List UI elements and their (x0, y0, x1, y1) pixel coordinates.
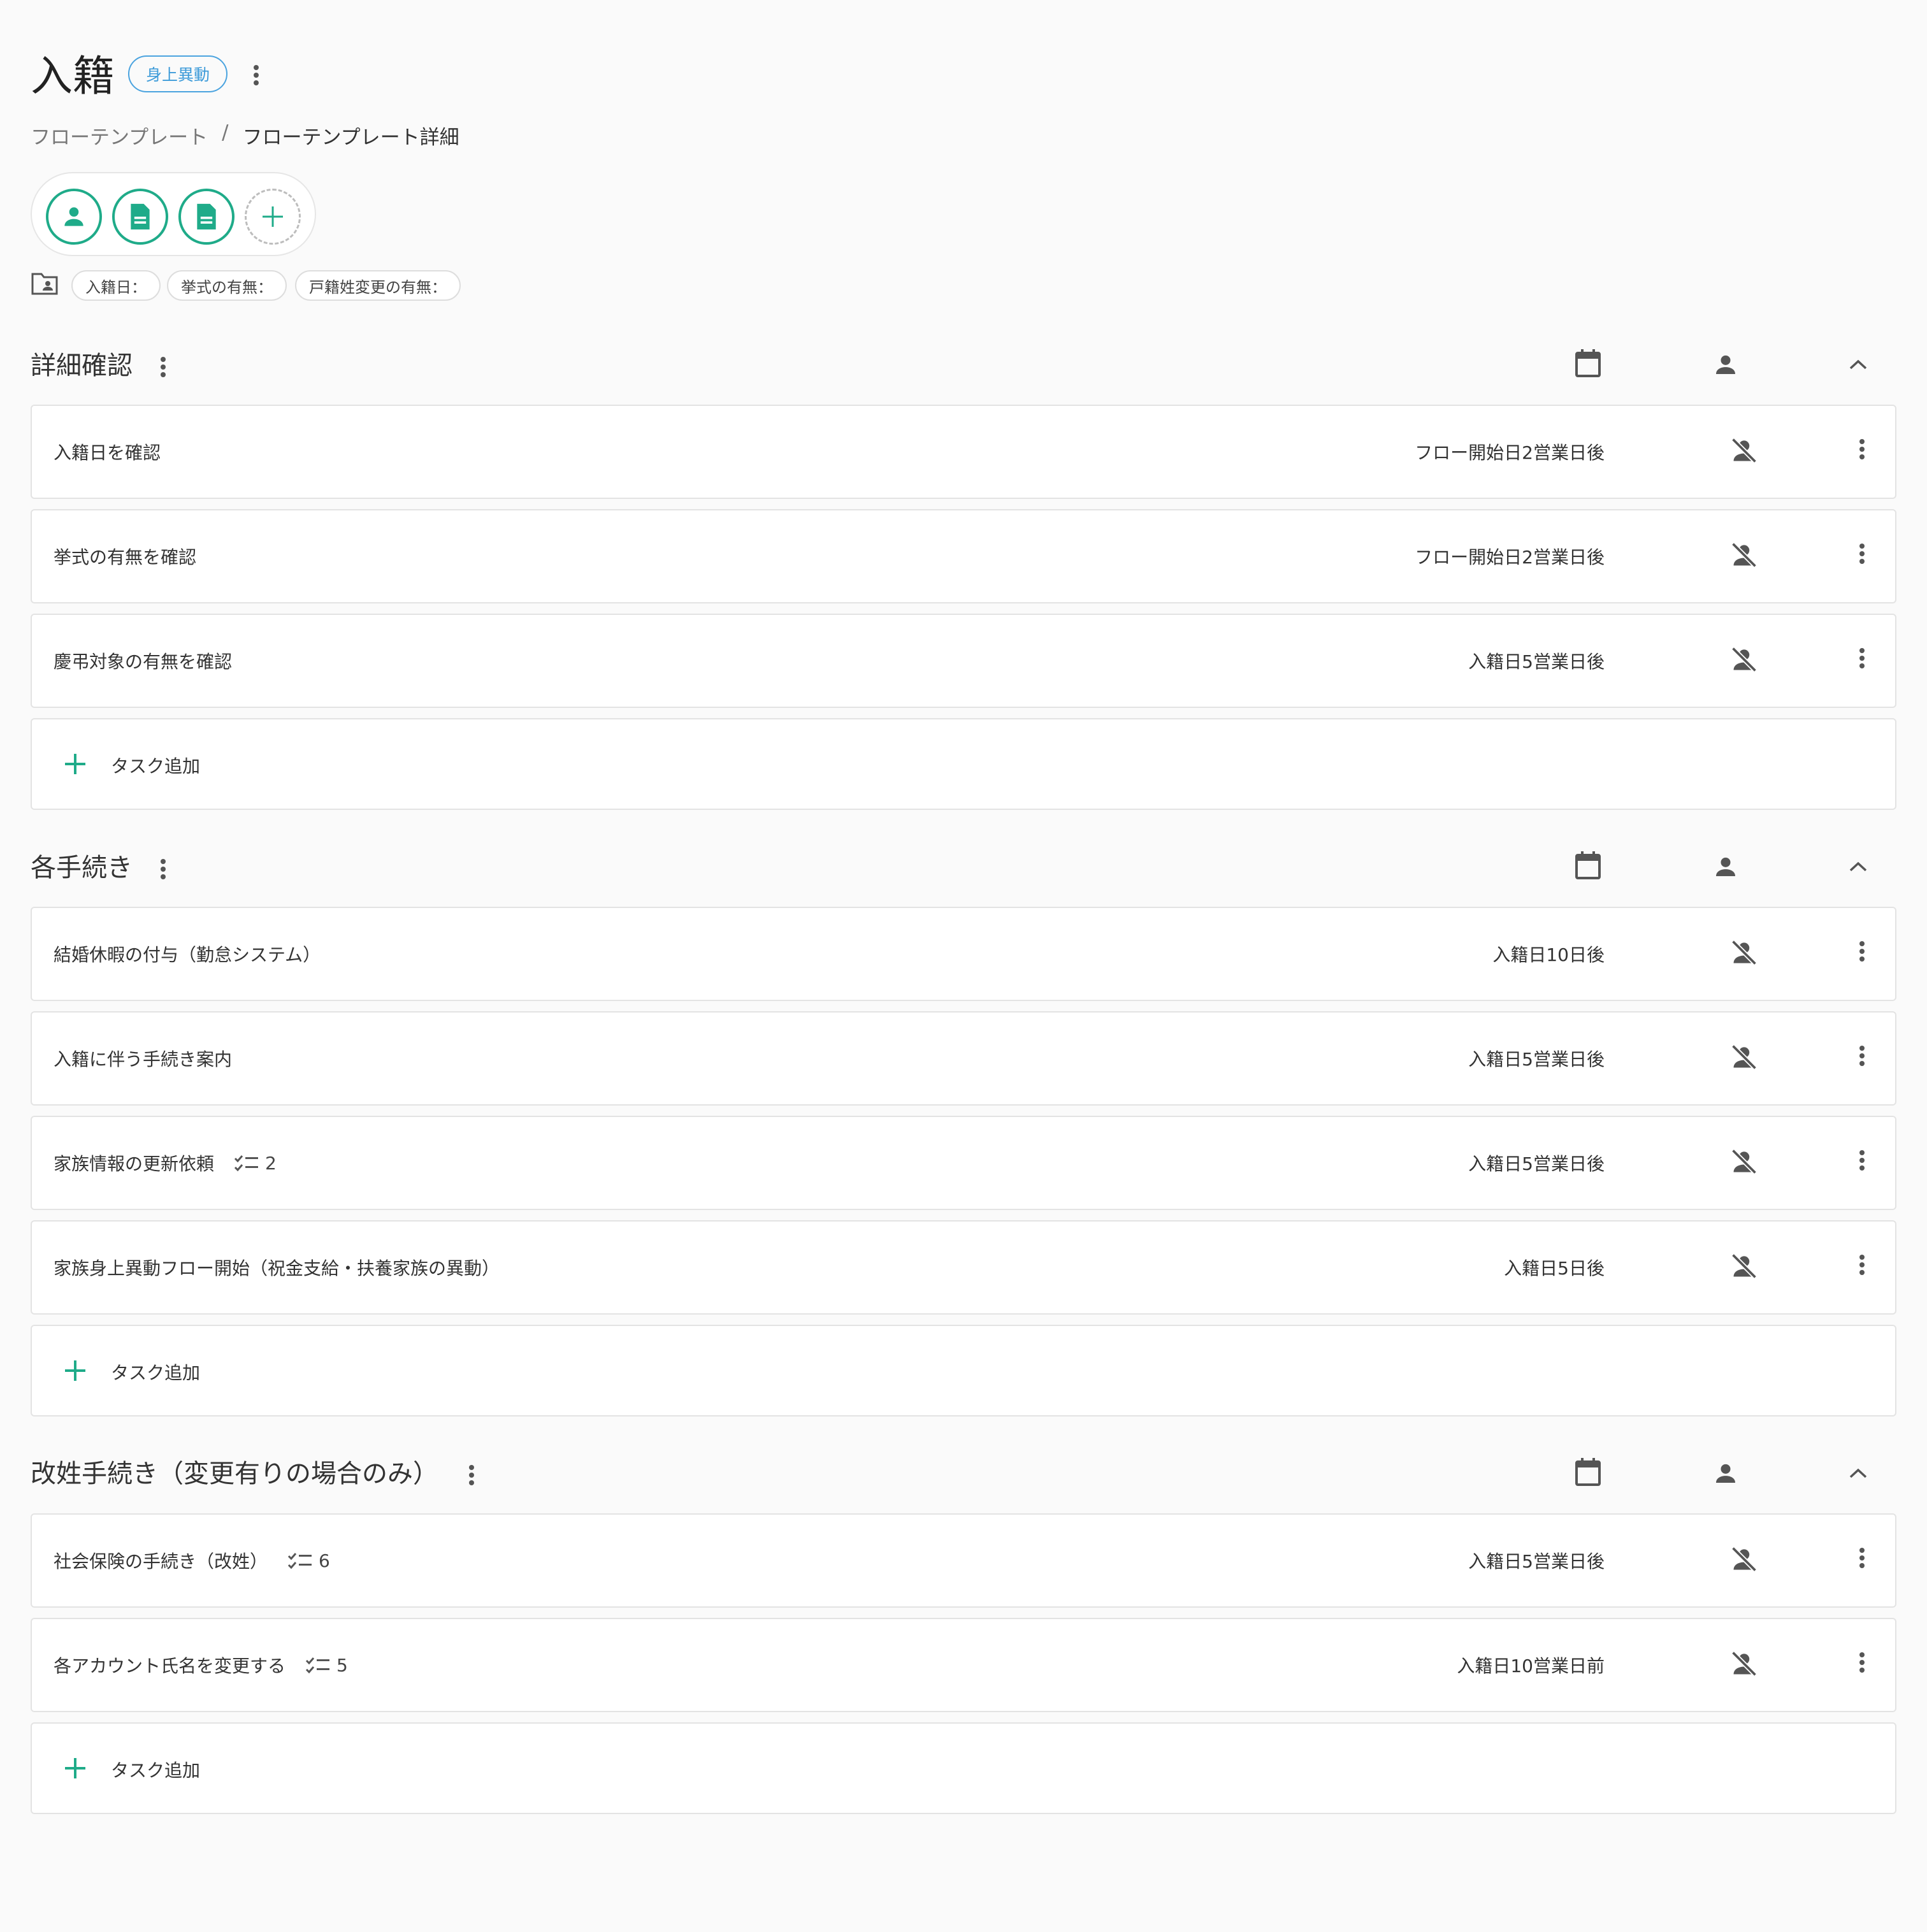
breadcrumb-separator: / (222, 121, 229, 144)
document-icon[interactable] (178, 189, 235, 245)
checklist-count-value: 5 (336, 1654, 348, 1676)
task-row[interactable]: 結婚休暇の付与（勤怠システム） 入籍日10日後 (31, 907, 1896, 1001)
person-icon[interactable] (1713, 854, 1738, 879)
section-title: 改姓手続き（変更有りの場合のみ） (31, 1459, 438, 1489)
section-more-menu-icon[interactable] (466, 1462, 477, 1488)
checklist-count-value: 6 (319, 1550, 330, 1571)
field-chip[interactable]: 入籍日： (71, 270, 161, 301)
no-assignee-icon[interactable] (1730, 1148, 1758, 1176)
task-name: 各アカウント氏名を変更する (54, 1655, 286, 1676)
task-row[interactable]: 各アカウント氏名を変更する 5 入籍日10営業日前 (31, 1618, 1896, 1712)
add-member-icon[interactable] (245, 189, 301, 245)
section-title: 詳細確認 (31, 351, 133, 380)
breadcrumb-current: フローテンプレート詳細 (242, 126, 459, 149)
task-due: 入籍日5営業日後 (1468, 651, 1605, 672)
task-name: 入籍に伴う手続き案内 (54, 1049, 233, 1070)
add-task-label: タスク追加 (111, 756, 201, 777)
task-due: 入籍日5営業日後 (1468, 1551, 1605, 1572)
person-icon[interactable] (1713, 1460, 1738, 1486)
task-row[interactable]: 慶弔対象の有無を確認 入籍日5営業日後 (31, 614, 1896, 708)
checklist-count-value: 2 (265, 1152, 277, 1174)
task-name: 家族身上異動フロー開始（祝金支給・扶養家族の異動） (54, 1258, 500, 1279)
checklist-icon (287, 1553, 312, 1569)
checklist-count: 2 (233, 1153, 277, 1174)
task-row[interactable]: 家族情報の更新依頼 2 入籍日5営業日後 (31, 1116, 1896, 1210)
no-assignee-icon[interactable] (1730, 1043, 1758, 1071)
no-assignee-icon[interactable] (1730, 436, 1758, 465)
person-icon[interactable] (46, 189, 102, 245)
checklist-icon (305, 1657, 330, 1674)
add-task-label: タスク追加 (111, 1362, 201, 1383)
task-more-menu-icon[interactable] (1857, 436, 1867, 462)
title-more-menu-icon[interactable] (251, 62, 261, 88)
plus-icon (62, 1755, 88, 1781)
checklist-count: 6 (287, 1550, 330, 1571)
add-task-label: タスク追加 (111, 1760, 201, 1781)
section-more-menu-icon[interactable] (158, 856, 168, 882)
task-name: 慶弔対象の有無を確認 (54, 651, 233, 672)
task-due: 入籍日5営業日後 (1468, 1049, 1605, 1070)
task-name: 入籍日を確認 (54, 442, 161, 463)
task-name: 社会保険の手続き（改姓） (54, 1551, 268, 1572)
task-due: フロー開始日2営業日後 (1415, 547, 1605, 568)
document-icon[interactable] (112, 189, 168, 245)
checklist-icon (234, 1155, 259, 1172)
no-assignee-icon[interactable] (1730, 939, 1758, 967)
task-more-menu-icon[interactable] (1857, 1252, 1867, 1278)
page-title: 入籍 (31, 52, 115, 101)
no-assignee-icon[interactable] (1730, 1545, 1758, 1573)
add-task-button[interactable]: タスク追加 (31, 1722, 1896, 1814)
field-chip[interactable]: 戸籍姓変更の有無： (295, 270, 461, 301)
chevron-up-icon[interactable] (1848, 860, 1868, 873)
no-assignee-icon[interactable] (1730, 1650, 1758, 1678)
task-more-menu-icon[interactable] (1857, 1043, 1867, 1069)
task-more-menu-icon[interactable] (1857, 939, 1867, 964)
task-due: フロー開始日2営業日後 (1415, 442, 1605, 463)
task-row[interactable]: 社会保険の手続き（改姓） 6 入籍日5営業日後 (31, 1513, 1896, 1608)
task-row[interactable]: 家族身上異動フロー開始（祝金支給・扶養家族の異動） 入籍日5日後 (31, 1220, 1896, 1315)
member-icon-group (31, 172, 316, 256)
task-more-menu-icon[interactable] (1857, 541, 1867, 566)
plus-icon (62, 751, 88, 777)
task-due: 入籍日5日後 (1504, 1258, 1605, 1279)
task-due: 入籍日10営業日前 (1457, 1655, 1605, 1676)
task-name: 家族情報の更新依頼 (54, 1153, 215, 1174)
field-chip[interactable]: 挙式の有無： (167, 270, 287, 301)
breadcrumb-parent-link[interactable]: フローテンプレート (31, 121, 208, 150)
task-row[interactable]: 入籍日を確認 フロー開始日2営業日後 (31, 405, 1896, 499)
chevron-up-icon[interactable] (1848, 358, 1868, 371)
person-icon[interactable] (1713, 352, 1738, 377)
add-task-button[interactable]: タスク追加 (31, 718, 1896, 810)
checklist-count: 5 (305, 1655, 348, 1676)
calendar-icon[interactable] (1574, 348, 1602, 378)
calendar-icon[interactable] (1574, 850, 1602, 881)
task-more-menu-icon[interactable] (1857, 1545, 1867, 1571)
no-assignee-icon[interactable] (1730, 1252, 1758, 1280)
section-title: 各手続き (31, 853, 133, 883)
task-more-menu-icon[interactable] (1857, 1148, 1867, 1173)
task-due: 入籍日10日後 (1492, 944, 1605, 965)
no-assignee-icon[interactable] (1730, 541, 1758, 569)
task-more-menu-icon[interactable] (1857, 1650, 1867, 1675)
chevron-up-icon[interactable] (1848, 1467, 1868, 1480)
section-more-menu-icon[interactable] (158, 354, 168, 380)
task-more-menu-icon[interactable] (1857, 645, 1867, 671)
task-name: 結婚休暇の付与（勤怠システム） (54, 944, 321, 965)
breadcrumb: フローテンプレート / フローテンプレート詳細 (31, 121, 459, 150)
calendar-icon[interactable] (1574, 1457, 1602, 1487)
category-badge: 身上異動 (128, 55, 228, 92)
task-name: 挙式の有無を確認 (54, 547, 197, 568)
no-assignee-icon[interactable] (1730, 645, 1758, 674)
task-row[interactable]: 挙式の有無を確認 フロー開始日2営業日後 (31, 509, 1896, 603)
folder-person-icon (31, 271, 59, 296)
task-row[interactable]: 入籍に伴う手続き案内 入籍日5営業日後 (31, 1011, 1896, 1106)
plus-icon (62, 1358, 88, 1383)
add-task-button[interactable]: タスク追加 (31, 1325, 1896, 1417)
task-due: 入籍日5営業日後 (1468, 1153, 1605, 1174)
